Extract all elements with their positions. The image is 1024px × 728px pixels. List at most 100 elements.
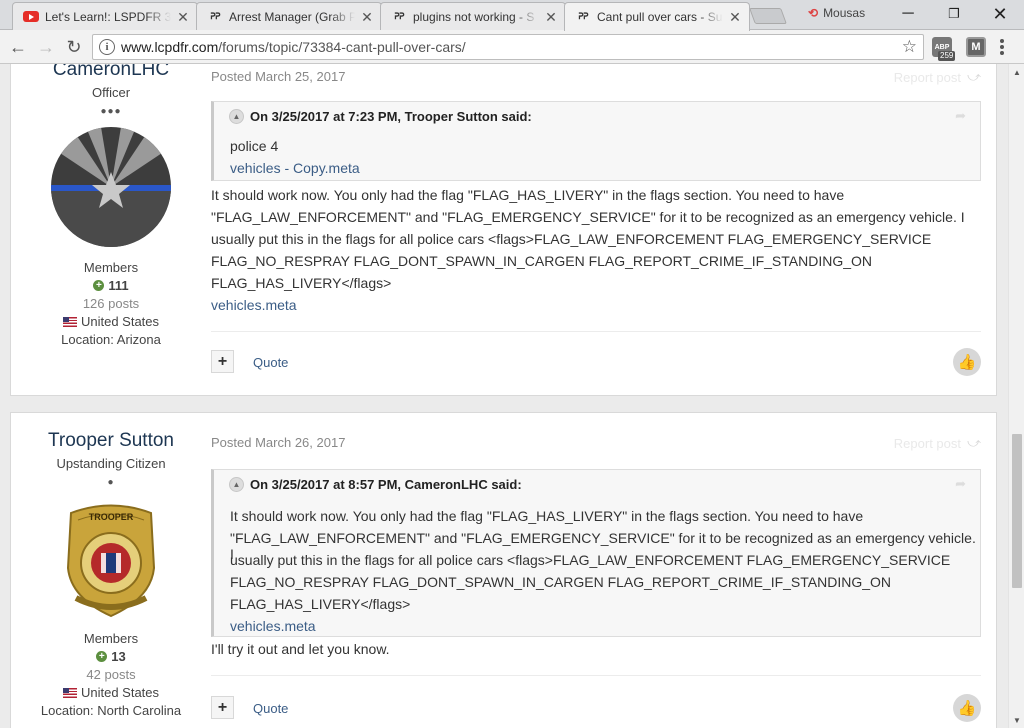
tab-title: Let's Learn!: LSPDFR 3.1 [45,9,171,24]
lcpdfr-icon: ᕈᕈ [578,12,588,22]
quote-button[interactable]: Quote [253,355,288,370]
collapse-icon[interactable]: ▲ [229,477,244,492]
divider [211,331,981,332]
us-flag-icon [62,687,77,698]
quote-button[interactable]: Quote [253,701,288,716]
quote-share-icon[interactable]: ➦ [955,476,966,492]
reputation: +111 [11,278,211,293]
avatar[interactable] [51,127,171,247]
country: United States [11,685,211,700]
profile-name: Mousas [823,6,866,20]
multiquote-button[interactable]: + [211,350,234,373]
avatar[interactable]: TROOPER [56,498,166,618]
collapse-icon[interactable]: ▲ [229,109,244,124]
attachment-link[interactable]: vehicles.meta [211,297,297,313]
location: Location: North Carolina [40,703,182,718]
country: United States [11,314,211,329]
tab-title: plugins not working - S [413,9,535,24]
menu-icon[interactable] [1000,39,1004,55]
rank-pips: ●●● [100,106,122,117]
author-rank: Upstanding Citizen [56,456,166,471]
lcpdfr-icon: ᕈᕈ [394,11,404,22]
address-bar[interactable]: i www.lcpdfr.com/forums/topic/73384-cant… [92,34,924,60]
author-rank: Officer [91,85,131,100]
quote-attachment-link[interactable]: vehicles.meta [230,618,316,634]
multiquote-button[interactable]: + [211,696,234,719]
quote-share-icon[interactable]: ➦ [955,108,966,124]
svg-text:TROOPER: TROOPER [89,512,134,522]
body-line: "FLAG_LAW_ENFORCEMENT" and "FLAG_EMERGEN… [211,209,965,225]
new-tab-button[interactable] [749,8,787,24]
arizona-flag-avatar-image [51,127,171,247]
scroll-up-arrow-icon[interactable]: ▲ [1009,64,1024,80]
report-post-link[interactable]: Report post [894,436,961,451]
quote-block: ▲ On 3/25/2017 at 8:57 PM, CameronLHC sa… [211,469,981,637]
minimize-button[interactable]: ─ [885,0,931,28]
close-window-button[interactable]: ✕ [977,0,1023,28]
close-icon[interactable]: ✕ [175,9,191,25]
tab-title: Cant pull over cars - Su [597,10,723,24]
tab-cant-pull-over-cars[interactable]: ᕈᕈ Cant pull over cars - Su ✕ [564,2,750,31]
trooper-badge-avatar-image: TROOPER [56,498,166,618]
quote-line: usually put this in the flags for all po… [230,552,951,568]
body-line: I'll try it out and let you know. [211,641,390,657]
quote-line: FLAG_NO_RESPRAY FLAG_DONT_SPAWN_IN_CARGE… [230,574,892,590]
share-icon[interactable]: ⤻ [967,69,981,85]
author-panel: CameronLHC Officer ●●● Members + 111 126… [11,64,211,347]
profile-icon: ⟲ [808,6,819,20]
rank-pips: ● [107,477,115,488]
quote-line: FLAG_HAS_LIVERY</flags> [230,596,411,612]
body-line: It should work now. You only had the fla… [211,187,845,203]
close-icon[interactable]: ✕ [543,9,559,25]
post-date[interactable]: Posted March 25, 2017 [211,69,345,84]
forum-post: CameronLHC Officer ●●● Members + 111 126… [10,64,997,396]
vertical-scrollbar[interactable]: ▲ ▼ [1008,64,1024,728]
divider [211,675,981,676]
member-group: Members [83,260,139,275]
post-count[interactable]: 126 posts [11,296,211,311]
tab-lets-learn[interactable]: Let's Learn!: LSPDFR 3.1 ✕ [12,2,198,30]
plus-circle-icon: + [93,280,105,291]
tab-plugins-not-working[interactable]: ᕈᕈ plugins not working - S ✕ [380,2,566,30]
info-icon[interactable]: i [99,39,115,55]
author-name[interactable]: Trooper Sutton [11,430,211,452]
m-extension-icon[interactable]: M [966,37,986,57]
report-post-link[interactable]: Report post [894,70,961,85]
scrollbar-thumb[interactable] [1012,434,1022,588]
like-button[interactable]: 👍 [953,694,981,722]
tab-strip: Let's Learn!: LSPDFR 3.1 ✕ ᕈᕈ Arrest Man… [0,0,1024,31]
quote-header: ▲ On 3/25/2017 at 8:57 PM, CameronLHC sa… [229,477,522,492]
close-icon[interactable]: ✕ [359,9,375,25]
url-text: www.lcpdfr.com/forums/topic/73384-cant-p… [121,39,466,55]
profile-chip[interactable]: ⟲ Mousas [808,6,865,20]
author-name[interactable]: CameronLHC [11,64,211,81]
page-viewport: CameronLHC Officer ●●● Members + 111 126… [0,64,1008,728]
restore-button[interactable]: ❐ [931,0,977,28]
quote-attachment-link[interactable]: vehicles - Copy.meta [230,160,360,176]
location: Location: Arizona [61,332,161,347]
quote-block: ▲ On 3/25/2017 at 7:23 PM, Trooper Sutto… [211,101,981,181]
lcpdfr-icon: ᕈᕈ [210,11,220,22]
quote-line: police 4 [230,138,279,154]
close-icon[interactable]: ✕ [727,9,743,25]
us-flag-icon [62,316,77,327]
body-line: FLAG_HAS_LIVERY</flags> [211,275,392,291]
post-count[interactable]: 42 posts [11,667,211,682]
scroll-down-arrow-icon[interactable]: ▼ [1009,712,1024,728]
body-line: FLAG_NO_RESPRAY FLAG_DONT_SPAWN_IN_CARGE… [211,253,873,269]
share-icon[interactable]: ⤻ [967,435,981,451]
reload-button[interactable]: ↻ [62,35,86,59]
post-date[interactable]: Posted March 26, 2017 [211,435,345,450]
tab-arrest-manager[interactable]: ᕈᕈ Arrest Manager (Grab P ✕ [196,2,382,30]
quote-header: ▲ On 3/25/2017 at 7:23 PM, Trooper Sutto… [229,109,532,124]
body-line: usually put this in the flags for all po… [211,231,932,247]
tab-title: Arrest Manager (Grab P [229,9,355,24]
toolbar: ← → ↻ i www.lcpdfr.com/forums/topic/7338… [0,30,1024,64]
forward-button[interactable]: → [34,35,58,59]
like-button[interactable]: 👍 [953,348,981,376]
back-button[interactable]: ← [6,35,30,59]
adblock-count-badge: 259 [938,51,956,61]
plus-circle-icon: + [96,651,108,662]
bookmark-star-icon[interactable]: ☆ [902,37,917,57]
youtube-icon [23,10,39,24]
